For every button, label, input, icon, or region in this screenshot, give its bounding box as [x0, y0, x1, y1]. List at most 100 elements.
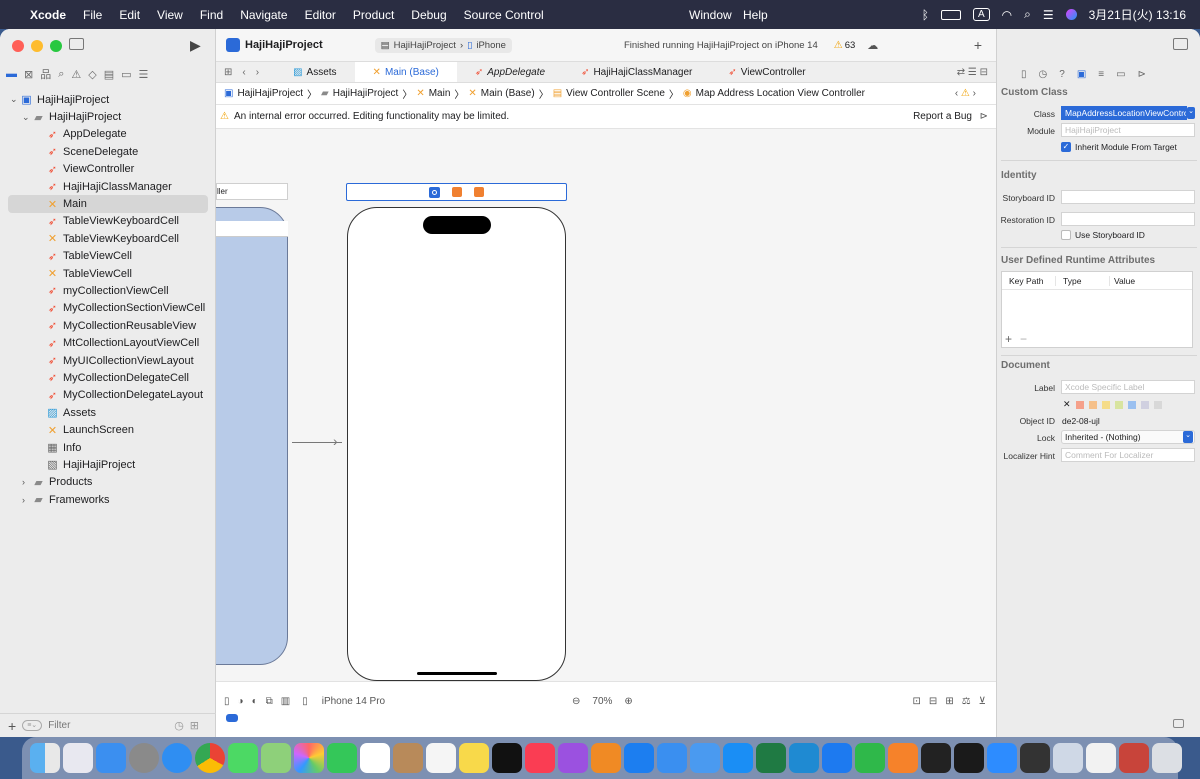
maps-icon[interactable] [261, 743, 291, 773]
recent-files-icon[interactable]: ◷ [174, 719, 184, 732]
tree-file-tableviewcell-xib[interactable]: ✕ TableViewCell [0, 265, 216, 282]
iphone-icon[interactable]: ▯ [302, 696, 308, 707]
gray-swatch[interactable] [1153, 400, 1162, 409]
menu-find[interactable]: Find [200, 8, 223, 22]
source-control-navigator-icon[interactable]: ⊠ [24, 68, 33, 81]
wifi-icon[interactable]: ◠ [1002, 8, 1012, 22]
jump-item[interactable]: Main [429, 88, 451, 99]
jump-item[interactable]: View Controller Scene [566, 88, 665, 99]
reminders-icon[interactable] [426, 743, 456, 773]
siri-icon[interactable] [1065, 9, 1077, 20]
zoom-in-icon[interactable]: ⊕ [624, 696, 632, 707]
scene-dock[interactable] [346, 183, 567, 201]
project-title[interactable]: HajiHajiProject [245, 39, 323, 51]
preview-icon[interactable] [1053, 743, 1083, 773]
lock-dropdown-icon[interactable]: ⌄ [1183, 431, 1193, 443]
tree-file-appdelegate[interactable]: ➶ AppDelegate [0, 126, 216, 143]
menu-app[interactable]: Xcode [30, 8, 66, 22]
clear-color-icon[interactable]: ✕ [1063, 399, 1071, 410]
warning-icon[interactable]: ⚠ [834, 40, 843, 51]
xcode-dock-icon[interactable] [624, 743, 654, 773]
file-inspector-icon[interactable]: ▯ [1021, 69, 1027, 80]
menu-source-control[interactable]: Source Control [464, 8, 544, 22]
bluetooth-icon[interactable]: ᛒ [922, 8, 929, 22]
symbol-navigator-icon[interactable]: 品 [40, 66, 51, 82]
grid-icon[interactable]: ⊞ [224, 67, 232, 78]
first-responder-dock-icon[interactable] [452, 187, 462, 197]
project-navigator-icon[interactable]: ▬ [6, 68, 17, 80]
finder-icon[interactable] [30, 743, 60, 773]
jump-item[interactable]: Main (Base) [481, 88, 535, 99]
tab-appdelegate[interactable]: ➶ AppDelegate [457, 62, 563, 82]
split-editor-icon[interactable]: ⇄ ☰ ⊟ [957, 67, 988, 78]
sidebar-toggle-icon[interactable] [69, 38, 84, 50]
resolve-issues-icon[interactable]: ⚖ [962, 696, 971, 707]
align-icon[interactable]: ⊟ [929, 696, 937, 707]
tab-assets[interactable]: ▨ Assets [275, 62, 354, 82]
column-value[interactable]: Value [1110, 276, 1135, 286]
simulator-icon[interactable] [657, 743, 687, 773]
test-navigator-icon[interactable]: ◇ [88, 68, 96, 81]
clock[interactable]: 3月21日(火) 13:16 [1089, 6, 1186, 23]
add-icon[interactable]: + [1005, 332, 1012, 346]
remove-icon[interactable]: − [1020, 332, 1027, 346]
mail-icon[interactable] [96, 743, 126, 773]
tree-row-root[interactable]: ⌄ ▣ HajiHajiProject [0, 91, 216, 108]
exit-dock-icon[interactable] [474, 187, 484, 197]
tree-file-sectionviewcell[interactable]: ➶ MyCollectionSectionViewCell [0, 300, 216, 317]
cloud-icon[interactable]: ☁ [867, 39, 878, 52]
back-icon[interactable]: ‹ [242, 67, 245, 78]
use-storyboard-checkbox-row[interactable]: Use Storyboard ID [1061, 230, 1145, 240]
pages-icon[interactable] [888, 743, 918, 773]
device-label[interactable]: iPhone 14 Pro [322, 696, 385, 707]
filter-input[interactable] [48, 720, 169, 731]
restoration-id-field[interactable] [1061, 212, 1195, 226]
jump-item[interactable]: HajiHajiProject [237, 88, 303, 99]
terminal-icon[interactable] [954, 743, 984, 773]
launchpad-icon[interactable] [63, 743, 93, 773]
class-field[interactable]: MapAddressLocationViewController [1061, 106, 1187, 120]
tree-file-viewcontroller[interactable]: ➶ ViewController [0, 161, 216, 178]
add-icon[interactable]: + [974, 37, 982, 53]
prev-scene-device[interactable] [216, 207, 288, 665]
menu-debug[interactable]: Debug [411, 8, 446, 22]
zoom-window-button[interactable] [50, 40, 62, 52]
tab-classmanager[interactable]: ➶ HajiHajiClassManager [563, 62, 710, 82]
green-swatch[interactable] [1114, 400, 1123, 409]
tree-file-delegatelayout[interactable]: ➶ MyCollectionDelegateLayout [0, 387, 216, 404]
zoom-out-icon[interactable]: ⊖ [572, 696, 580, 707]
tree-file-entitlements[interactable]: ▧ HajiHajiProject [0, 456, 216, 473]
menu-edit[interactable]: Edit [119, 8, 140, 22]
prev-scene-title[interactable]: ller [216, 183, 288, 200]
system-settings-icon[interactable] [129, 743, 159, 773]
inspector-bottom-icon[interactable] [1173, 719, 1184, 728]
appearance-icon[interactable]: ◑ [238, 696, 244, 707]
jump-item[interactable]: HajiHajiProject [333, 88, 399, 99]
control-center-icon[interactable]: ☰ [1043, 8, 1054, 22]
tree-file-assets[interactable]: ▨ Assets [0, 404, 216, 421]
menu-file[interactable]: File [83, 8, 102, 22]
arrow-right-circle-icon[interactable]: ⊳ [980, 111, 988, 122]
safari-icon[interactable] [162, 743, 192, 773]
tree-folder-products[interactable]: › ▰ Products [0, 474, 216, 491]
tree-row-group[interactable]: ⌄ ▰ HajiHajiProject [0, 108, 216, 125]
class-dropdown-icon[interactable]: ⌄ [1187, 107, 1195, 119]
runtime-attributes-table[interactable]: Key Path Type Value + − [1001, 271, 1193, 348]
chevron-down-icon[interactable]: ⌄ [22, 112, 32, 123]
scheme-selector[interactable]: ▤ HajiHajiProject › ▯ iPhone [374, 37, 512, 53]
report-bug-link[interactable]: Report a Bug [913, 111, 972, 122]
column-type[interactable]: Type [1056, 275, 1110, 286]
tree-file-tableviewcell-swift[interactable]: ➶ TableViewCell [0, 248, 216, 265]
zoom-icon[interactable] [987, 743, 1017, 773]
tree-file-classmanager[interactable]: ➶ HajiHajiClassManager [0, 178, 216, 195]
add-icon[interactable]: + [8, 718, 16, 734]
blue-swatch[interactable] [1127, 400, 1136, 409]
facetime-icon[interactable] [327, 743, 357, 773]
books-icon[interactable] [591, 743, 621, 773]
column-key-path[interactable]: Key Path [1002, 275, 1056, 286]
chrome-icon[interactable] [195, 743, 225, 773]
tree-file-main[interactable]: ✕ Main [8, 195, 208, 213]
chevron-right-icon[interactable]: › [22, 495, 32, 505]
tree-file-launchscreen[interactable]: ✕ LaunchScreen [0, 421, 216, 438]
app-store-icon[interactable] [723, 743, 753, 773]
